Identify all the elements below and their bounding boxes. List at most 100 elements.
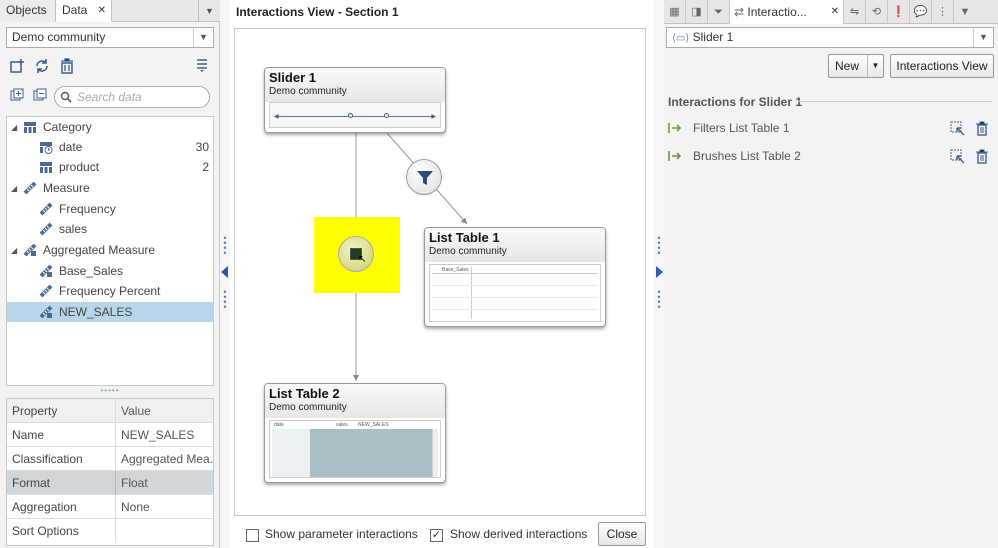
tree-item-frequency[interactable]: Frequency (7, 199, 213, 219)
property-value[interactable]: None (115, 495, 213, 519)
tree-item-frequency-percent[interactable]: Frequency Percent (7, 281, 213, 301)
interaction-row[interactable]: Brushes List Table 2 (668, 144, 994, 168)
tree-item-new-sales[interactable]: NEW_SALES (7, 302, 213, 322)
collapse-left-icon[interactable] (221, 266, 228, 278)
resize-grip[interactable]: ••••• (96, 387, 124, 395)
bottom-bar: Show parameter interactions ✓ Show deriv… (230, 518, 654, 548)
tab-more-icon[interactable]: ⋮ (932, 0, 954, 24)
tree-item-label: Frequency Percent (59, 284, 161, 298)
show-parameter-checkbox[interactable] (246, 529, 259, 542)
node-title: List Table 1 (429, 230, 500, 245)
tab-interactions[interactable]: ⇄ Interactio... ✕ (730, 0, 844, 24)
left-panel: Objects Data ✕ ▼ Demo community ▼ Search… (0, 0, 220, 548)
filter-icon (417, 171, 433, 185)
tab-menu-chevron-icon[interactable]: ▼ (954, 0, 976, 24)
interaction-row[interactable]: Filters List Table 1 (668, 116, 994, 140)
tree-item-product[interactable]: product 2 (7, 157, 213, 177)
property-row[interactable]: Aggregation None (7, 495, 213, 519)
tab-objects[interactable]: Objects (0, 0, 56, 22)
property-value[interactable]: Float (115, 471, 213, 495)
tree-item-date[interactable]: date 30 (7, 137, 213, 157)
table-scrollbar[interactable] (432, 429, 438, 477)
slider-handle-icon: ◀ (274, 114, 279, 120)
tab-ranks-icon[interactable]: ⇋ (844, 0, 866, 24)
tab-styles-icon[interactable]: ◨ (686, 0, 708, 24)
tree-item-category[interactable]: ◢ Category (7, 117, 213, 137)
interaction-canvas[interactable]: ↖ Slider 1 Demo community ◀ ▶ List Table… (234, 28, 646, 516)
object-select[interactable]: ⟨▭⟩ Slider 1 ▼ (666, 27, 994, 48)
tree-item-base-sales[interactable]: Base_Sales (7, 261, 213, 281)
trash-icon[interactable] (58, 58, 76, 76)
search-icon (60, 89, 72, 109)
left-splitter[interactable]: • • • • • • • • (220, 0, 230, 548)
expand-all-icon[interactable] (8, 88, 26, 106)
tab-properties-icon[interactable]: ▦ (664, 0, 686, 24)
node-subtitle: Demo community (429, 246, 507, 257)
close-icon[interactable]: ✕ (98, 0, 106, 21)
collapse-all-icon[interactable] (31, 88, 49, 106)
chevron-down-icon[interactable]: ▼ (867, 55, 883, 77)
slider-preview: ◀ ▶ (269, 102, 441, 128)
tree-item-sales[interactable]: sales (7, 219, 213, 239)
collapse-triangle-icon[interactable]: ◢ (11, 118, 17, 138)
tab-display-rules-icon[interactable]: ⟲ (866, 0, 888, 24)
table-preview: date sales NEW_SALES (269, 420, 441, 478)
node-slider-1[interactable]: Slider 1 Demo community ◀ ▶ (264, 67, 446, 133)
right-splitter[interactable]: • • • • • • • • (654, 0, 664, 548)
add-data-icon[interactable] (8, 58, 26, 76)
tab-alerts-icon[interactable]: ❗ (888, 0, 910, 24)
close-icon[interactable]: ✕ (831, 0, 839, 24)
new-button-label: New (835, 59, 860, 73)
tab-menu-chevron-icon[interactable]: ▼ (198, 0, 220, 22)
refresh-icon[interactable] (33, 58, 51, 76)
property-row[interactable]: Name NEW_SALES (7, 423, 213, 447)
show-derived-label: Show derived interactions (450, 527, 588, 541)
interactions-tab-label: Interactio... (747, 5, 807, 19)
slider-thumb-icon (384, 113, 389, 118)
trash-icon[interactable] (975, 120, 989, 144)
property-name: Name (12, 428, 45, 442)
tab-data[interactable]: Data ✕ (56, 0, 112, 22)
collapse-triangle-icon[interactable]: ◢ (11, 179, 17, 199)
chevron-down-icon: ▼ (193, 28, 213, 47)
interaction-label: Brushes List Table 2 (693, 149, 801, 163)
trash-icon[interactable] (975, 148, 989, 172)
new-button[interactable]: New ▼ (828, 54, 884, 78)
collapse-right-icon[interactable] (656, 266, 663, 278)
node-list-table-2[interactable]: List Table 2 Demo community date sales N… (264, 383, 446, 483)
property-value[interactable]: Aggregated Mea... (115, 447, 213, 471)
property-value[interactable] (115, 519, 213, 543)
tree-item-label: sales (59, 222, 88, 236)
property-value[interactable]: NEW_SALES (115, 423, 213, 447)
tab-filters-icon[interactable]: ⏷ (708, 0, 730, 24)
date-column (272, 429, 310, 477)
show-derived-checkbox[interactable]: ✓ (430, 529, 443, 542)
collapse-triangle-icon[interactable]: ◢ (11, 241, 17, 261)
menu-icon[interactable] (193, 58, 211, 76)
filter-interaction-node[interactable] (406, 159, 442, 195)
tree-item-measure[interactable]: ◢ Measure (7, 178, 213, 198)
properties-header: Property Value (7, 399, 213, 423)
close-button[interactable]: Close (598, 522, 646, 546)
slider-track (276, 116, 434, 117)
datasource-select[interactable]: Demo community ▼ (6, 27, 214, 48)
node-list-table-1[interactable]: List Table 1 Demo community Base_Sales (424, 227, 606, 327)
edit-icon[interactable] (950, 148, 965, 172)
tree-item-aggregated-measure[interactable]: ◢ Aggregated Measure (7, 240, 213, 260)
property-row[interactable]: Sort Options (7, 519, 213, 543)
tree-item-count: 30 (195, 140, 209, 154)
tab-comments-icon[interactable]: 💬 (910, 0, 932, 24)
property-row[interactable]: Format Float (7, 471, 213, 495)
section-title: Interactions for Slider 1 (668, 95, 803, 109)
brush-interaction-node[interactable]: ↖ (338, 236, 374, 272)
measure-icon (39, 284, 53, 298)
table-row-divider (432, 309, 598, 310)
interactions-view-button[interactable]: Interactions View (890, 54, 994, 78)
object-select-value: Slider 1 (692, 30, 734, 44)
splitter-grip: • • • • (657, 233, 661, 258)
property-row[interactable]: Classification Aggregated Mea... (7, 447, 213, 471)
edit-icon[interactable] (950, 120, 965, 144)
search-input[interactable]: Search data (54, 86, 210, 108)
slider-icon: ⟨▭⟩ (672, 33, 690, 44)
table-row-divider (432, 273, 598, 274)
